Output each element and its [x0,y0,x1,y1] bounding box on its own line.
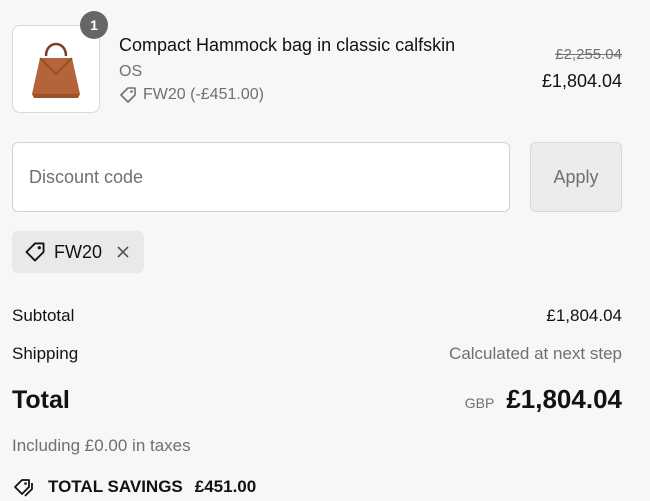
tag-icon [12,477,36,497]
shipping-label: Shipping [12,344,79,363]
product-title: Compact Hammock bag in classic calfskin [119,35,456,55]
discount-code-input[interactable] [12,142,510,212]
savings-label: TOTAL SAVINGS [48,477,183,496]
shipping-value: Calculated at next step [449,344,622,363]
total-value: GBP £1,804.04 [465,384,622,415]
product-image [12,25,100,113]
savings-value: £451.00 [194,477,257,496]
subtotal-label: Subtotal [12,306,75,325]
total-label: Total [12,386,70,414]
product-variant: OS [119,63,143,80]
applied-discount-tag: FW20 [12,231,145,273]
total-savings: TOTAL SAVINGS £451.00 [12,477,256,497]
total-amount: £1,804.04 [506,384,622,414]
price-current: £1,804.04 [541,71,622,91]
product-discount-label: FW20 (-£451.00) [143,86,264,103]
product-thumbnail: 1 [12,11,108,113]
price-original: £2,255.04 [555,46,622,63]
taxes-note: Including £0.00 in taxes [12,436,191,455]
close-icon[interactable] [116,241,130,263]
tag-icon [119,86,137,104]
subtotal-value: £1,804.04 [546,306,622,325]
tag-icon [24,241,46,263]
applied-discount-code: FW20 [54,241,103,262]
quantity-badge: 1 [80,11,108,39]
total-currency: GBP [464,395,495,411]
product-discount: FW20 (-£451.00) [119,86,264,104]
handbag-image [32,42,80,98]
apply-button[interactable]: Apply [530,142,622,212]
